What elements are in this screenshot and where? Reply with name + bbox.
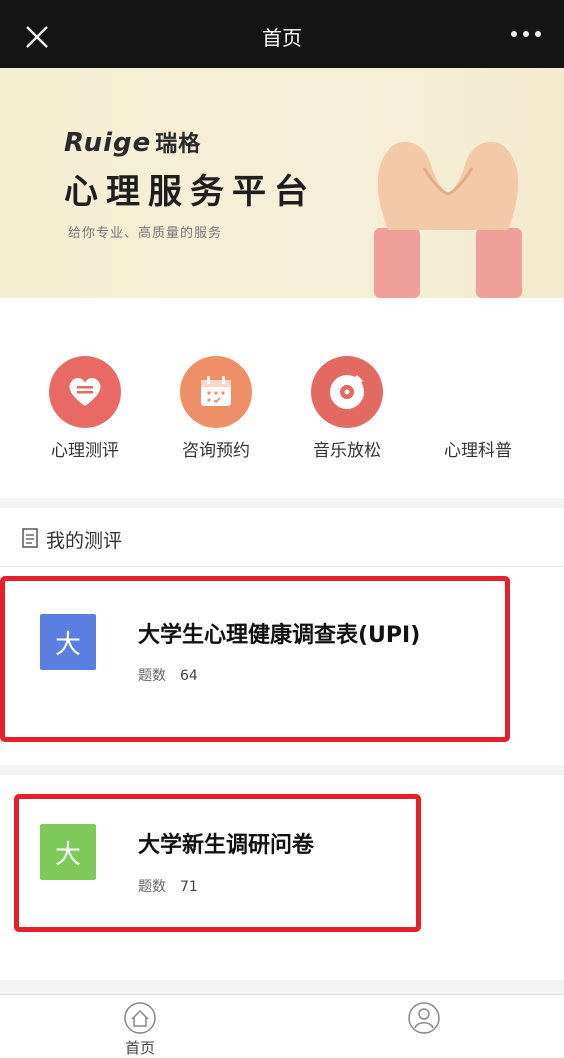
service-label: 咨询预约 xyxy=(182,441,250,461)
brand-name-cn: 瑞格 xyxy=(155,132,202,157)
service-label: 心理科普 xyxy=(444,441,512,461)
profile-icon xyxy=(408,1002,440,1034)
service-label: 音乐放松 xyxy=(313,441,381,461)
heart-hands-illustration xyxy=(374,141,522,298)
bottom-navigation: 首页 xyxy=(0,994,564,1057)
banner-tagline: 给你专业、高质量的服务 xyxy=(68,226,223,241)
more-options-icon[interactable] xyxy=(510,30,542,38)
promo-banner[interactable]: Ruige 瑞格 心理服务平台 给你专业、高质量的服务 xyxy=(0,68,564,298)
brand-logo: Ruige 瑞格 xyxy=(64,126,201,158)
service-icon-bg xyxy=(311,356,383,428)
nav-home[interactable]: 首页 xyxy=(110,999,170,1057)
service-icon-bg xyxy=(180,356,252,428)
my-assessments-header: 我的测评 xyxy=(0,508,564,567)
service-shortcuts: 心理测评 咨询预约 音乐放松 心理科普 xyxy=(0,298,564,498)
annotation-highlight-box xyxy=(0,576,510,742)
service-icon-bg xyxy=(49,356,121,428)
calendar-icon xyxy=(201,376,231,406)
page-title: 首页 xyxy=(262,26,302,50)
service-label: 心理测评 xyxy=(51,441,119,461)
title-bar: 首页 xyxy=(0,0,564,68)
nav-profile[interactable] xyxy=(396,999,452,1039)
music-disc-icon xyxy=(330,374,364,409)
nav-label: 首页 xyxy=(124,1039,155,1057)
heart-icon xyxy=(69,377,101,406)
home-icon xyxy=(124,1002,156,1034)
brand-name-en: Ruige xyxy=(64,128,152,158)
annotation-highlight-box xyxy=(14,794,421,932)
document-icon xyxy=(22,528,38,548)
section-title: 我的测评 xyxy=(46,530,123,552)
banner-headline: 心理服务平台 xyxy=(64,172,316,212)
